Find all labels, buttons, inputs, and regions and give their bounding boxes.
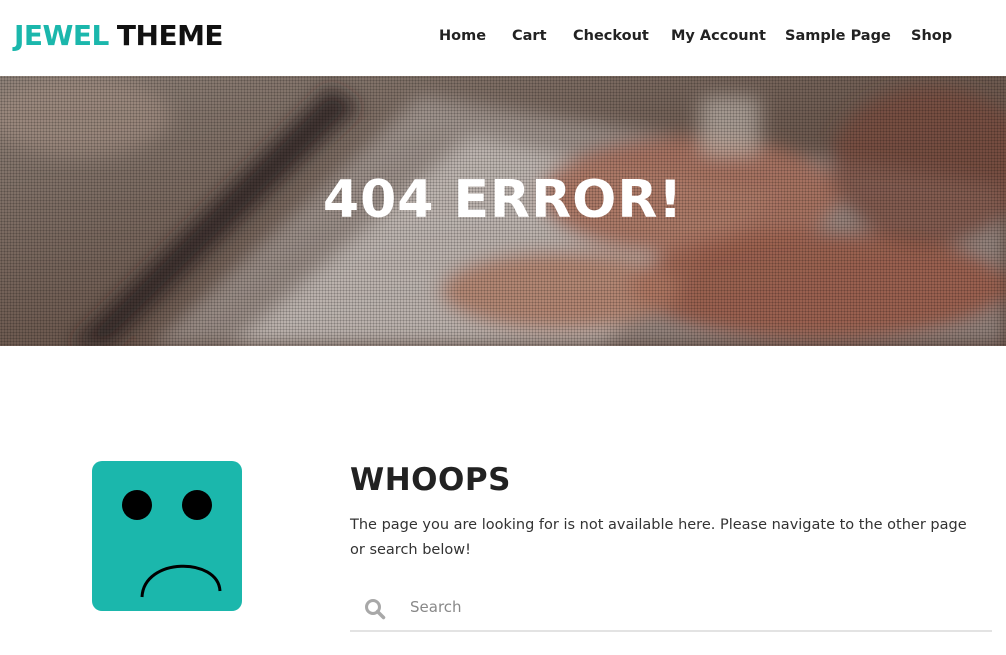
nav-sample-page[interactable]: Sample Page	[785, 26, 891, 46]
search-icon[interactable]	[364, 598, 386, 620]
nav-cart[interactable]: Cart	[512, 26, 547, 46]
error-heading: WHOOPS	[350, 462, 511, 498]
hero-banner: 404 ERROR!	[0, 76, 1006, 346]
page-title: 404 ERROR!	[322, 170, 684, 230]
nav-my-account[interactable]: My Account	[671, 26, 766, 46]
error-message: The page you are looking for is not avai…	[350, 517, 967, 558]
nav-shop[interactable]: Shop	[911, 26, 952, 46]
search-input[interactable]	[410, 592, 970, 622]
site-header: JEWEL THEME Home Cart Checkout My Account…	[0, 0, 1006, 76]
search-form	[350, 586, 992, 632]
sad-face-icon	[92, 461, 242, 611]
main-nav: Home Cart Checkout My Account Sample Pag…	[0, 26, 1006, 46]
nav-home[interactable]: Home	[439, 26, 486, 46]
nav-checkout[interactable]: Checkout	[573, 26, 649, 46]
